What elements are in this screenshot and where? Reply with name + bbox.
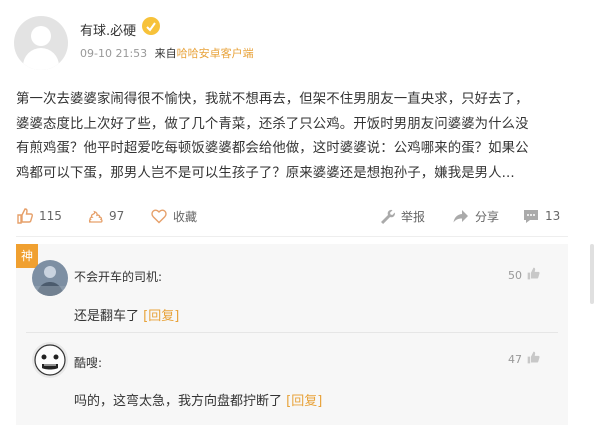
comment-divider	[26, 332, 558, 333]
post-line: 鸡都可以下蛋，那男人岂不是可以生孩子了？原来婆婆还是想抱孙子，嫌我是男人...	[16, 165, 515, 181]
wrench-icon	[378, 207, 396, 225]
favorite-label: 收藏	[173, 209, 198, 224]
comment-text: 还是翻车了 [回复]	[74, 305, 179, 324]
comment-body: 还是翻车了	[74, 309, 140, 324]
favorite-button[interactable]: 收藏	[150, 207, 197, 225]
poop-icon	[86, 207, 104, 225]
post-meta: 09-10 21:53 来自哈哈安卓客户端	[80, 45, 254, 61]
comment-like-button[interactable]: 47	[508, 350, 541, 368]
like-button[interactable]: 115	[16, 207, 62, 225]
hot-comment-tag: 神	[16, 244, 38, 268]
poop-button[interactable]: 97	[86, 207, 124, 225]
commenter-avatar[interactable]	[32, 260, 68, 296]
commenter-name[interactable]: 酷嗖:	[74, 354, 102, 371]
comment-count: 13	[545, 209, 561, 223]
user-avatar[interactable]	[14, 16, 68, 70]
comment-text: 吗的，这弯太急，我方向盘都拧断了 [回复]	[74, 390, 322, 409]
app-source-link[interactable]: 哈哈安卓客户端	[177, 47, 254, 60]
comment-bubble-icon	[522, 207, 540, 225]
post-time: 09-10 21:53	[80, 47, 148, 60]
thumbs-up-icon	[16, 207, 34, 225]
comment-like-button[interactable]: 50	[508, 266, 541, 284]
reply-link[interactable]: [回复]	[286, 394, 322, 409]
post-line: 婆婆态度比上次好了些，做了几个青菜，还杀了只公鸡。开饭时男朋友问婆婆为什么没	[16, 116, 529, 132]
post-line: 第一次去婆婆家闹得很不愉快，我就不想再去，但架不住男朋友一直央求，只好去了，	[16, 92, 529, 107]
thumbs-up-icon	[526, 266, 541, 284]
report-button[interactable]: 举报	[378, 207, 425, 225]
heart-icon	[150, 207, 168, 225]
commenter-avatar[interactable]	[32, 342, 68, 378]
from-label: 来自	[154, 47, 177, 60]
thumbs-up-icon	[526, 350, 541, 368]
scrollbar[interactable]	[590, 244, 594, 304]
share-label: 分享	[475, 209, 500, 224]
post-action-bar: 115 97 收藏 举报 分享 13	[0, 207, 600, 229]
divider	[16, 236, 568, 237]
reply-link[interactable]: [回复]	[143, 309, 179, 324]
commenter-name[interactable]: 不会开车的司机:	[74, 268, 162, 285]
share-button[interactable]: 分享	[452, 207, 499, 225]
poop-count: 97	[109, 209, 125, 223]
comment-like-count: 47	[508, 352, 522, 366]
report-label: 举报	[401, 209, 426, 224]
share-arrow-icon	[452, 207, 470, 225]
comment-button[interactable]: 13	[522, 207, 560, 225]
comment-body: 吗的，这弯太急，我方向盘都拧断了	[74, 394, 283, 409]
hot-comments-section: 神 不会开车的司机: 50 还是翻车了 [回复] 酷嗖: 47 吗的，这弯太急，…	[16, 244, 568, 425]
username[interactable]: 有球.必硬	[80, 20, 136, 39]
comment-like-count: 50	[508, 268, 522, 282]
post-line: 有煎鸡蛋？他平时超爱吃每顿饭婆婆都会给他做，这时婆婆说：公鸡哪来的蛋？如果公	[16, 141, 529, 156]
level-badge-icon	[142, 17, 160, 35]
like-count: 115	[39, 209, 62, 223]
post-content: 第一次去婆婆家闹得很不愉快，我就不想再去，但架不住男朋友一直央求，只好去了， 婆…	[16, 88, 582, 186]
